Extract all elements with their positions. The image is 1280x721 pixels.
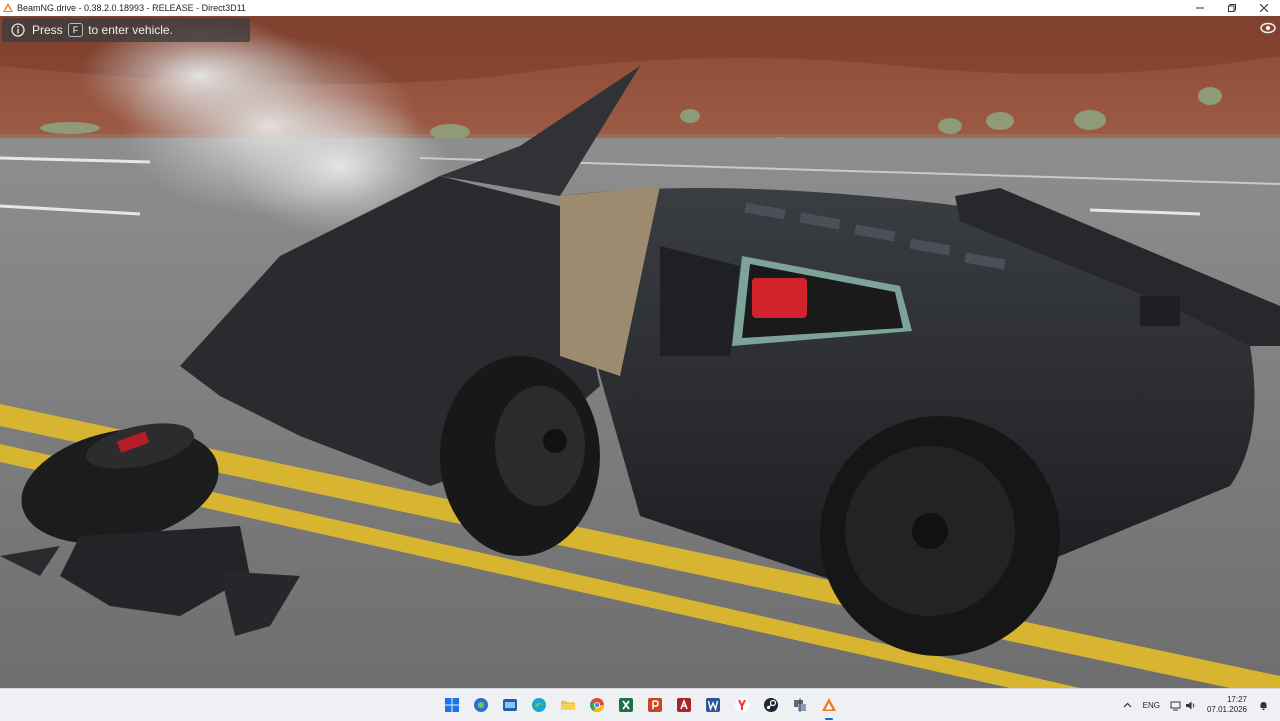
- taskbar-yandex-browser[interactable]: [731, 694, 753, 716]
- excel-icon: [618, 698, 633, 712]
- taskbar-access[interactable]: [673, 694, 695, 716]
- edge-icon: [531, 698, 546, 712]
- taskbar-chrome[interactable]: [586, 694, 608, 716]
- game-viewport[interactable]: Press F to enter vehicle.: [0, 16, 1280, 688]
- window-title: BeamNG.drive - 0.38.2.0.18993 - RELEASE …: [17, 3, 246, 13]
- app-icon: [793, 698, 806, 712]
- restore-icon: [1228, 4, 1236, 12]
- close-button[interactable]: [1248, 0, 1280, 16]
- access-icon: [676, 698, 691, 712]
- taskbar: ENG 17:27 07.01.2026: [0, 688, 1280, 721]
- notification-bell-icon: [1260, 701, 1267, 710]
- language-indicator[interactable]: ENG: [1143, 701, 1160, 710]
- taskbar-file-explorer[interactable]: [557, 694, 579, 716]
- eye-icon[interactable]: [1260, 20, 1276, 36]
- info-icon: [11, 23, 25, 37]
- chevron-up-icon: [1123, 702, 1132, 707]
- notice-key: F: [67, 23, 84, 37]
- taskbar-app-1[interactable]: [470, 694, 492, 716]
- taskbar-apps: [437, 689, 843, 721]
- app-icon: [502, 699, 517, 711]
- game-scene: [0, 16, 1280, 688]
- taskbar-powerpoint[interactable]: [644, 694, 666, 716]
- show-hidden-icons-button[interactable]: [1122, 700, 1133, 711]
- windows-logo-icon: [444, 698, 459, 712]
- enter-vehicle-notice: Press F to enter vehicle.: [2, 18, 250, 42]
- start-button[interactable]: [441, 694, 463, 716]
- notice-prefix: Press: [32, 23, 63, 37]
- powerpoint-icon: [647, 698, 662, 712]
- word-icon: [705, 698, 720, 712]
- taskbar-word[interactable]: [702, 694, 724, 716]
- taskbar-app-3[interactable]: [789, 694, 811, 716]
- steam-icon: [763, 698, 778, 712]
- notifications-button[interactable]: [1258, 700, 1269, 711]
- beamng-icon: [821, 698, 836, 711]
- window-title-bar[interactable]: BeamNG.drive - 0.38.2.0.18993 - RELEASE …: [0, 0, 1280, 17]
- clock-time: 17:27: [1226, 695, 1247, 704]
- minimize-icon: [1196, 7, 1204, 9]
- system-tray: ENG 17:27 07.01.2026: [1117, 689, 1274, 721]
- notice-suffix: to enter vehicle.: [88, 23, 173, 37]
- taskbar-excel[interactable]: [615, 694, 637, 716]
- file-explorer-icon: [560, 701, 575, 710]
- beamng-app-icon: [3, 3, 13, 12]
- yandex-browser-icon: [734, 698, 749, 712]
- clock-date: 07.01.2026: [1206, 705, 1247, 714]
- minimize-button[interactable]: [1184, 0, 1216, 16]
- app-icon: [473, 698, 488, 712]
- network-volume-group[interactable]: [1170, 700, 1196, 711]
- network-icon: [1170, 701, 1181, 710]
- close-icon: [1260, 4, 1268, 12]
- taskbar-beamng[interactable]: [818, 694, 840, 720]
- volume-icon: [1185, 701, 1195, 709]
- system-clock[interactable]: 17:27 07.01.2026: [1207, 695, 1247, 715]
- taskbar-steam[interactable]: [760, 694, 782, 716]
- maximize-button[interactable]: [1216, 0, 1248, 16]
- taskbar-app-2[interactable]: [499, 694, 521, 716]
- chrome-icon: [589, 698, 604, 712]
- taskbar-edge[interactable]: [528, 694, 550, 716]
